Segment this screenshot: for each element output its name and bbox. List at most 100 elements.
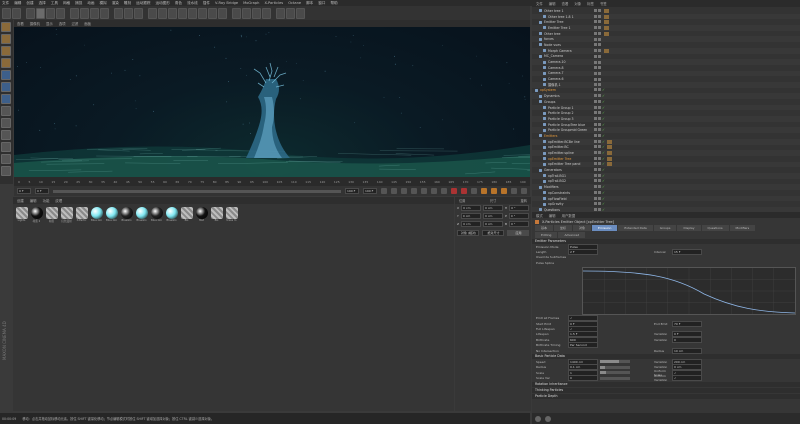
enable-check-icon[interactable]: ✓: [602, 145, 605, 149]
collapsed-section[interactable]: Thinking Particles: [532, 387, 800, 393]
object-name[interactable]: Particle Groupmid Green: [548, 128, 587, 132]
visibility-dot-icon[interactable]: [594, 8, 597, 12]
object-name[interactable]: xpEmitter.BC: [548, 145, 569, 149]
deformer-icon[interactable]: [188, 7, 197, 19]
collapsed-section[interactable]: Rotation Inheritance: [532, 381, 800, 387]
enable-check-icon[interactable]: ✓: [602, 202, 605, 206]
render-dot-icon[interactable]: [598, 179, 601, 183]
settings-icon[interactable]: [545, 415, 551, 422]
render-dot-icon[interactable]: [598, 77, 601, 81]
visibility-dot-icon[interactable]: [594, 20, 597, 24]
make-editable-icon[interactable]: [1, 22, 11, 32]
object-name[interactable]: xpEmitter.BCBe line: [548, 140, 580, 144]
enable-check-icon[interactable]: ✓: [602, 185, 605, 189]
render-dot-icon[interactable]: [598, 202, 601, 206]
object-name[interactable]: Camera.6: [548, 77, 564, 81]
object-menu-0[interactable]: 文件: [536, 1, 543, 6]
attr-menu-1[interactable]: 编辑: [549, 213, 556, 218]
subdivision-icon[interactable]: [168, 7, 177, 19]
xp-system-icon[interactable]: [232, 7, 241, 19]
visibility-dot-icon[interactable]: [594, 71, 597, 75]
material-preview[interactable]: [45, 207, 58, 219]
menu-item-17[interactable]: MoGraph: [243, 1, 259, 5]
object-name[interactable]: Other tree 1: [544, 9, 564, 13]
move-icon[interactable]: [36, 7, 45, 19]
render-dot-icon[interactable]: [598, 168, 601, 172]
object-menu-3[interactable]: 对象: [574, 1, 581, 6]
object-name[interactable]: Camera.10: [548, 60, 566, 64]
max-frame-field[interactable]: 190 F: [363, 188, 377, 194]
workplane-icon[interactable]: [1, 142, 11, 152]
material-preview[interactable]: [225, 207, 238, 219]
render-dot-icon[interactable]: [598, 190, 601, 194]
visibility-dot-icon[interactable]: [594, 128, 597, 132]
render-dot-icon[interactable]: [598, 54, 601, 58]
current-frame-field[interactable]: 0 F: [35, 188, 49, 194]
object-name[interactable]: xpEmitter Tree pand: [548, 162, 580, 166]
object-name[interactable]: Modifiers: [544, 185, 559, 189]
object-name[interactable]: Particle Group 3: [548, 117, 574, 121]
attr-tab[interactable]: Extended Data: [618, 225, 653, 231]
object-name[interactable]: forces: [544, 37, 554, 41]
xp-generator-icon[interactable]: [262, 7, 271, 19]
material-menu-1[interactable]: 编辑: [30, 198, 37, 203]
visibility-dot-icon[interactable]: [594, 151, 597, 155]
material-preview[interactable]: [210, 207, 223, 219]
object-tag-icon[interactable]: [607, 145, 613, 150]
cube-icon[interactable]: [148, 7, 157, 19]
visibility-dot-icon[interactable]: [594, 162, 597, 166]
object-name[interactable]: xpGravity: [548, 202, 564, 206]
next-frame-button[interactable]: [421, 188, 427, 194]
param-key-button[interactable]: [511, 188, 517, 194]
attr-tab[interactable]: 基本: [535, 225, 554, 231]
goto-end-button[interactable]: [441, 188, 447, 194]
visibility-dot-icon[interactable]: [594, 37, 597, 41]
attr-slider[interactable]: [600, 376, 630, 380]
menu-item-20[interactable]: 脚本: [306, 1, 313, 6]
coord-rotation-field[interactable]: 0 °: [509, 205, 529, 211]
visibility-dot-icon[interactable]: [594, 99, 597, 103]
object-name[interactable]: Emitter Tree 1: [548, 26, 570, 30]
points-mode-icon[interactable]: [1, 70, 11, 80]
enable-check-icon[interactable]: ✓: [602, 162, 605, 166]
visibility-dot-icon[interactable]: [594, 31, 597, 35]
enable-check-icon[interactable]: ✓: [602, 179, 605, 183]
coord-position-field[interactable]: 0 cm: [461, 221, 482, 227]
render-settings-icon[interactable]: [134, 7, 143, 19]
scale-icon[interactable]: [46, 7, 55, 19]
enable-check-icon[interactable]: ✓: [602, 151, 605, 155]
coord-rotation-field[interactable]: 0 °: [508, 213, 529, 219]
render-view-icon[interactable]: [114, 7, 123, 19]
visibility-dot-icon[interactable]: [594, 66, 597, 70]
object-name[interactable]: xpSystem: [540, 88, 556, 92]
material-swatch[interactable]: X-Partic: [75, 207, 88, 223]
material-preview[interactable]: [60, 207, 73, 219]
render-dot-icon[interactable]: [598, 207, 601, 211]
visibility-dot-icon[interactable]: [594, 196, 597, 200]
object-name[interactable]: xpEmitter.spline: [548, 151, 574, 155]
visibility-dot-icon[interactable]: [594, 25, 597, 29]
pen-icon[interactable]: [158, 7, 167, 19]
enable-check-icon[interactable]: ✓: [602, 117, 605, 121]
material-preview[interactable]: [120, 207, 133, 219]
prev-key-button[interactable]: [391, 188, 397, 194]
frame-range-slider[interactable]: [53, 189, 341, 193]
menu-item-6[interactable]: 捕捉: [75, 1, 82, 6]
material-swatch[interactable]: BlueGlo: [135, 207, 148, 223]
x-axis-icon[interactable]: [70, 7, 79, 19]
enable-check-icon[interactable]: ✓: [602, 100, 605, 104]
render-dot-icon[interactable]: [598, 37, 601, 41]
enable-check-icon[interactable]: ✓: [602, 106, 605, 110]
viewport-menu-2[interactable]: 显示: [46, 21, 53, 26]
timeline-ruler[interactable]: 0 5 10 15 20 25 30 35 40 45 50 55 60 65 70 75 80 85 90 95 10…: [14, 177, 530, 186]
render-dot-icon[interactable]: [598, 88, 601, 92]
visibility-dot-icon[interactable]: [594, 133, 597, 137]
attr-value-field[interactable]: 10 cm: [672, 347, 702, 354]
coord-size-field[interactable]: 0 cm: [482, 213, 504, 219]
coord-position-field[interactable]: 0 cm: [461, 205, 481, 211]
render-picture-icon[interactable]: [124, 7, 133, 19]
render-dot-icon[interactable]: [598, 173, 601, 177]
rotation-key-button[interactable]: [491, 188, 497, 194]
coord-apply-button[interactable]: 应用: [507, 230, 529, 236]
attr-tab[interactable]: 对象: [573, 225, 592, 231]
